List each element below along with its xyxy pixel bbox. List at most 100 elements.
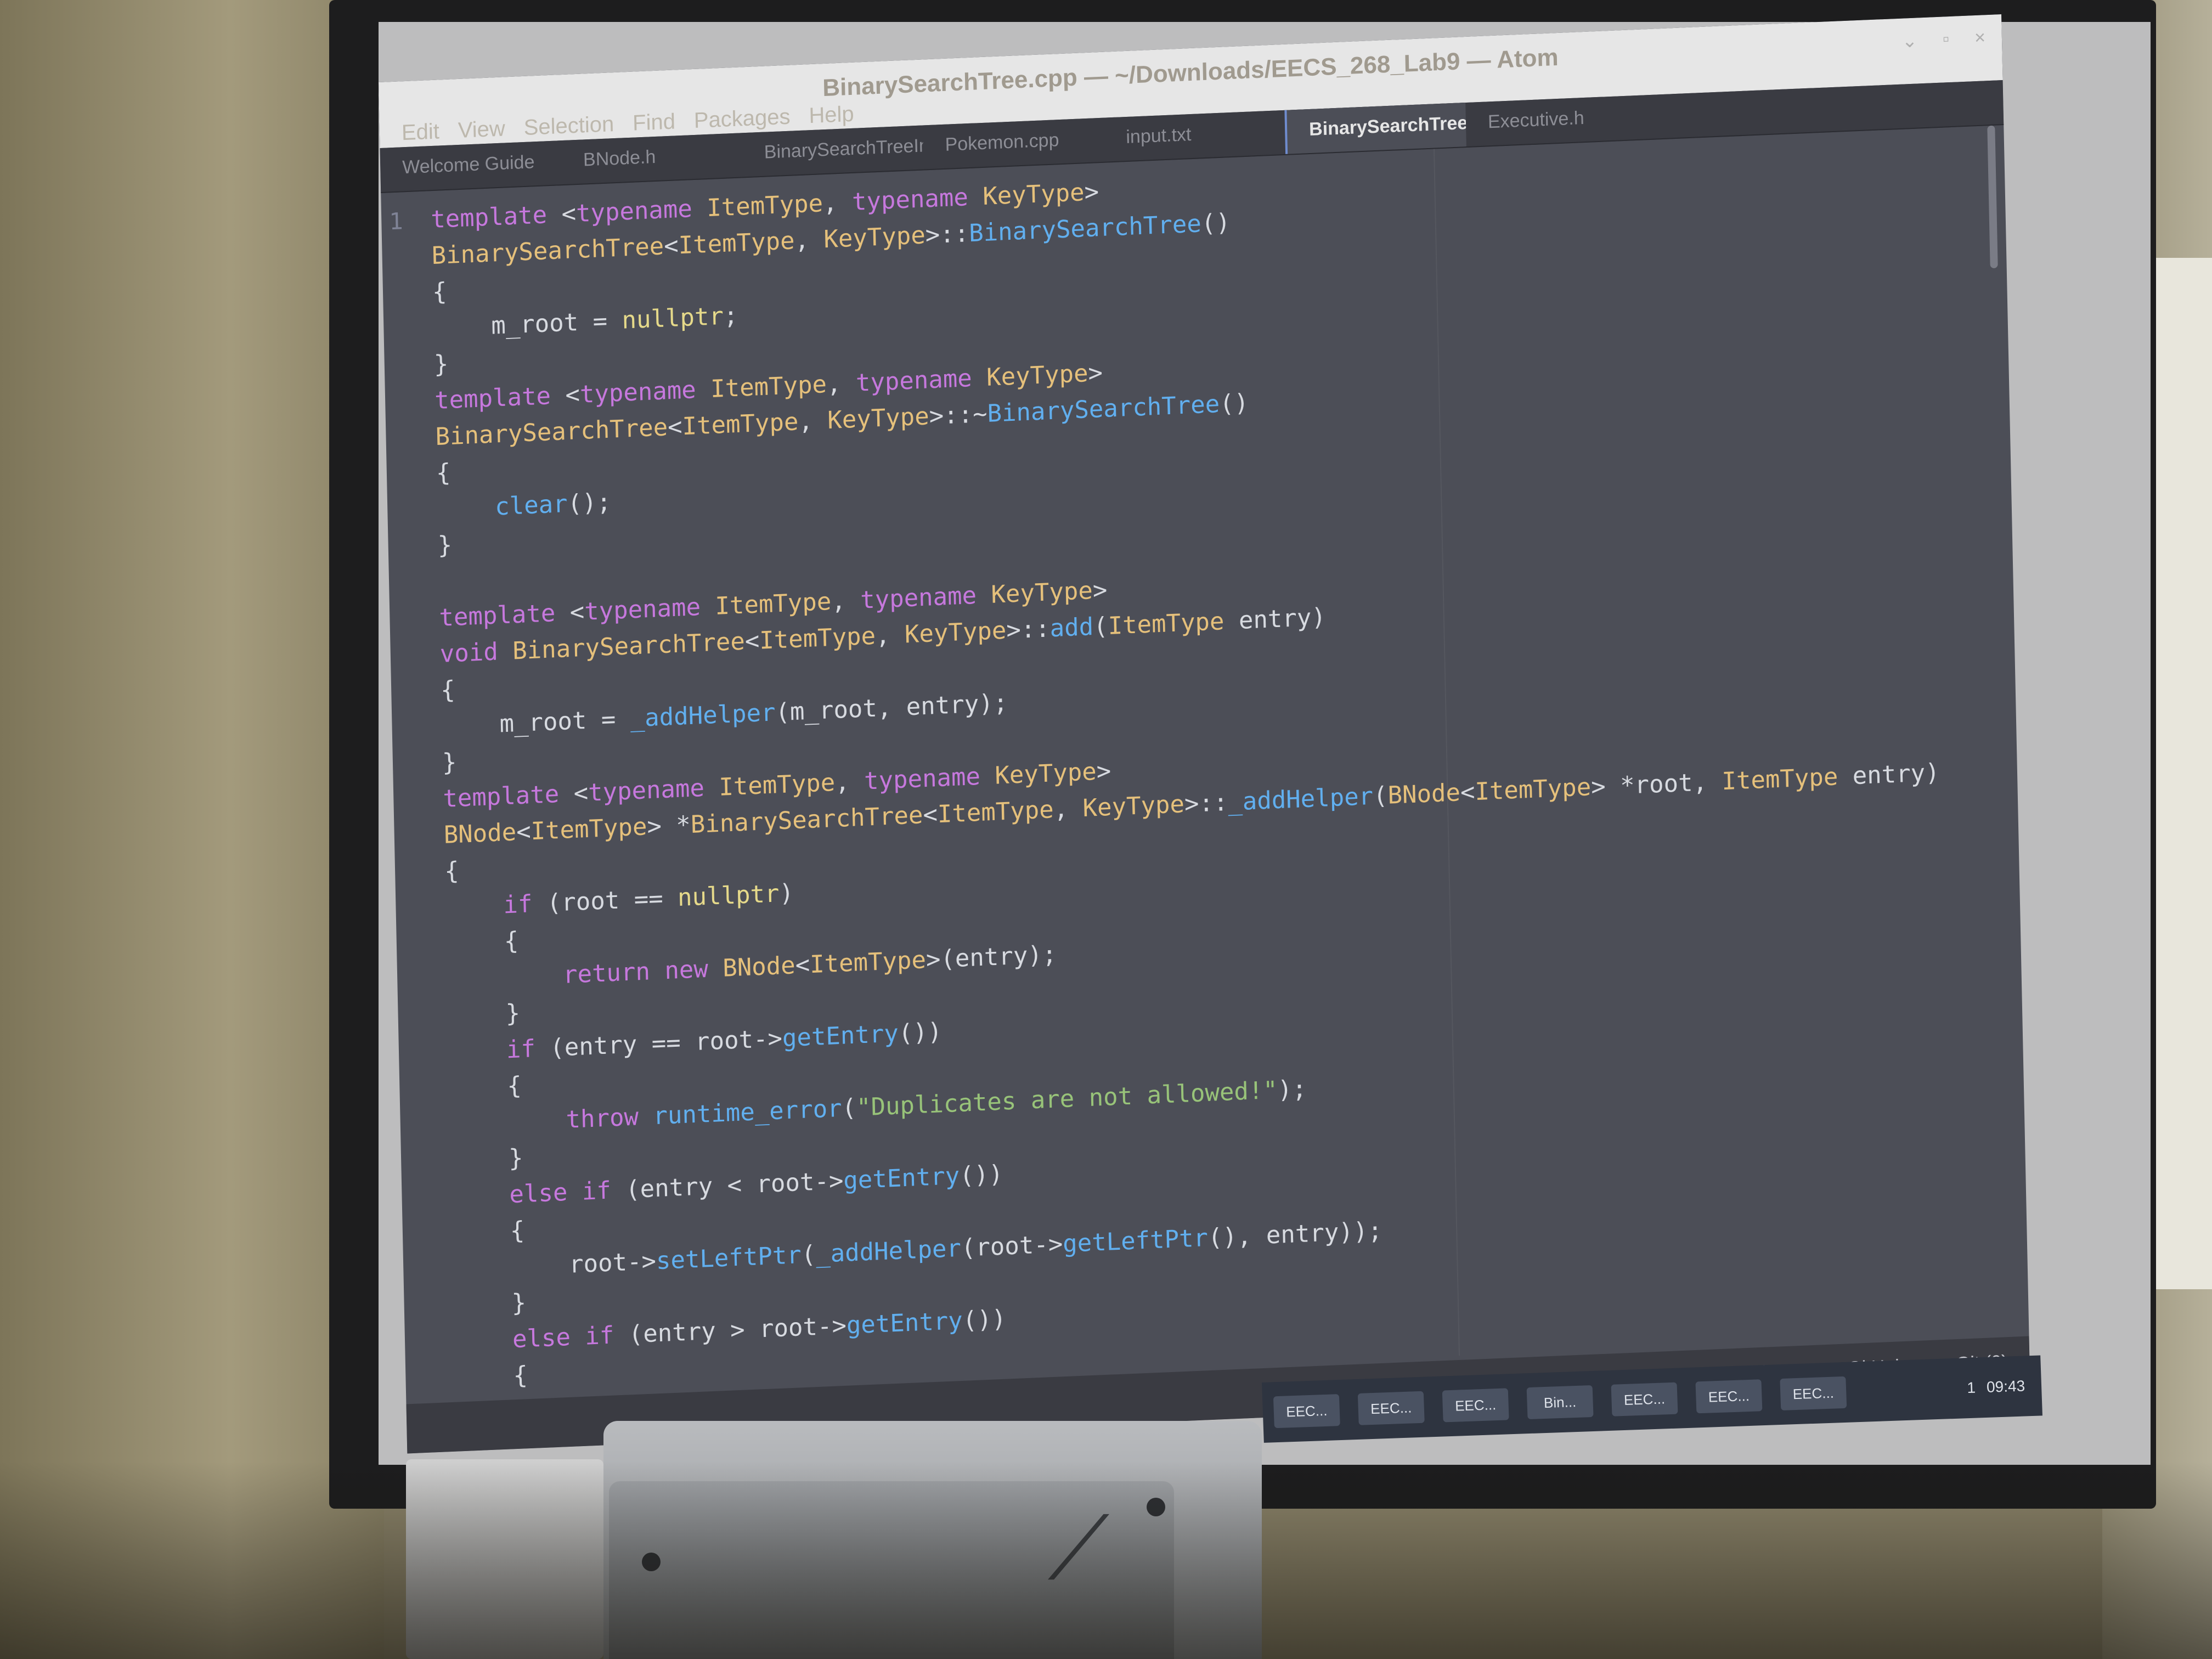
- code-token: void: [439, 637, 513, 668]
- notification-count[interactable]: 1: [1967, 1379, 1976, 1397]
- code-token: KeyType: [827, 402, 930, 435]
- code-token: getEntry: [782, 1019, 899, 1053]
- foreground-shadow: [0, 1462, 2212, 1659]
- code-token: if: [503, 889, 548, 919]
- clock[interactable]: 09:43: [1986, 1377, 2025, 1396]
- code-token: template: [430, 200, 562, 234]
- code-token: <: [565, 381, 580, 410]
- code-token: ,: [1053, 794, 1084, 824]
- code-token: ItemType: [678, 227, 795, 260]
- code-token: KeyType: [982, 178, 1085, 211]
- menu-view[interactable]: View: [458, 116, 505, 143]
- code-token: KeyType: [986, 359, 1089, 392]
- code-token: getEntry: [843, 1161, 960, 1195]
- code-token: else if: [509, 1176, 626, 1209]
- code-token: entry): [1837, 758, 1940, 791]
- code-token: ,: [875, 620, 905, 650]
- menu-packages[interactable]: Packages: [693, 105, 790, 133]
- code-token: template: [442, 779, 574, 813]
- tab-pokemon-cpp[interactable]: Pokemon.cpp: [923, 118, 1104, 170]
- code-token: BNode: [443, 818, 517, 849]
- tab-binarysearchtree-cpp[interactable]: BinarySearchTree.cpp: [1284, 103, 1466, 154]
- code-token: typename: [855, 363, 987, 397]
- code-token: {: [454, 1361, 528, 1392]
- code-editor[interactable]: 1 template <typename ItemType, typename …: [381, 125, 2029, 1435]
- code-token: KeyType: [1082, 790, 1185, 823]
- code-token: ();: [567, 488, 612, 518]
- code-token: >::: [1006, 614, 1051, 645]
- code-token: <: [922, 800, 938, 830]
- menu-help[interactable]: Help: [809, 102, 854, 128]
- code-token: BinarySearchTree: [431, 232, 664, 270]
- taskbar-item[interactable]: EEC...: [1695, 1379, 1763, 1414]
- code-token: runtime_error: [652, 1094, 843, 1131]
- close-icon[interactable]: ×: [1974, 27, 1986, 49]
- code-token: ()): [898, 1018, 943, 1048]
- code-token: ItemType: [1474, 773, 1592, 806]
- code-token: BinarySearchTree: [968, 210, 1202, 248]
- tab-bnode-h[interactable]: BNode.h: [561, 133, 742, 184]
- code-token: BinarySearchTree: [987, 390, 1220, 428]
- code-token: > *: [646, 811, 691, 841]
- code-token: getEntry: [846, 1306, 963, 1340]
- code-token: nullptr: [677, 879, 780, 912]
- code-token: }: [447, 999, 521, 1030]
- code-token: >::~: [929, 399, 988, 431]
- code-token: {: [452, 1216, 525, 1248]
- code-token: <: [573, 778, 589, 808]
- taskbar-item[interactable]: EEC...: [1357, 1391, 1425, 1425]
- code-token: KeyType: [990, 577, 1093, 609]
- code-token: >(entry);: [926, 940, 1057, 974]
- code-token: ItemType: [1721, 763, 1838, 796]
- code-token: root->: [452, 1247, 657, 1284]
- code-token: ,: [794, 225, 824, 255]
- code-token: >: [1084, 178, 1099, 207]
- code-token: ItemType: [937, 795, 1054, 829]
- menu-selection[interactable]: Selection: [523, 112, 614, 140]
- code-token: BinarySearchTree: [512, 627, 746, 665]
- taskbar-item[interactable]: EEC...: [1442, 1388, 1509, 1423]
- taskbar-item[interactable]: EEC...: [1611, 1382, 1678, 1417]
- tab-input-txt[interactable]: input.txt: [1104, 110, 1285, 162]
- code-token: template: [434, 381, 566, 415]
- code-token: <: [516, 817, 532, 847]
- code-token: }: [442, 748, 458, 777]
- code-token: ItemType: [531, 812, 647, 846]
- code-token: }: [453, 1289, 527, 1320]
- code-token: (: [1093, 612, 1109, 641]
- code-token: ,: [798, 407, 828, 436]
- minimize-icon[interactable]: ⌄: [1901, 30, 1917, 52]
- taskbar-item[interactable]: EEC...: [1273, 1394, 1340, 1429]
- code-token: ()): [962, 1305, 1007, 1335]
- code-token: BinarySearchTree: [690, 801, 923, 839]
- taskbar-item[interactable]: EEC...: [1780, 1376, 1847, 1411]
- tab-welcome-guide[interactable]: Welcome Guide: [380, 140, 562, 192]
- tab-executive-h[interactable]: Executive.h: [1465, 95, 1647, 146]
- tab-bst-interface[interactable]: BinarySearchTreeInter...: [742, 126, 923, 177]
- code-token: BNode: [722, 951, 796, 983]
- code-lines: template <typename ItemType, typename Ke…: [381, 136, 2030, 1435]
- code-token: typename: [584, 592, 716, 626]
- menu-find[interactable]: Find: [633, 109, 676, 136]
- code-token: typename: [860, 580, 992, 614]
- code-token: _addHelper: [815, 1234, 962, 1269]
- code-token: {: [440, 675, 456, 704]
- code-token: (: [1373, 781, 1389, 810]
- code-token: (m_root, entry);: [775, 689, 1008, 727]
- code-token: ): [778, 879, 794, 908]
- code-token: <: [663, 232, 679, 261]
- taskbar-item[interactable]: Bin...: [1526, 1385, 1594, 1420]
- code-token: (entry == root->: [549, 1024, 783, 1063]
- code-token: ItemType: [706, 189, 823, 223]
- maximize-icon[interactable]: ▫: [1943, 29, 1950, 50]
- code-token: >: [1096, 757, 1111, 786]
- code-token: >: [1092, 575, 1108, 605]
- code-token: typename: [588, 773, 719, 807]
- menu-edit[interactable]: Edit: [401, 119, 439, 145]
- code-token: typename: [851, 183, 983, 216]
